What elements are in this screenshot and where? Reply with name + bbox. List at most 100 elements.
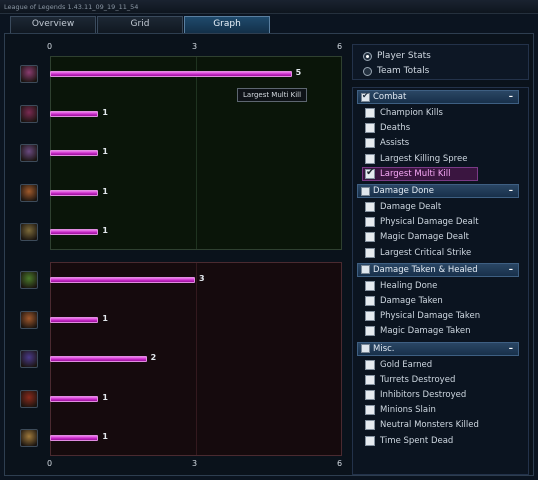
stat-bar[interactable] (50, 435, 99, 441)
tab-graph[interactable]: Graph (184, 16, 270, 33)
champion-avatar[interactable] (20, 350, 38, 368)
champion-avatar[interactable] (20, 310, 38, 329)
stat-checkbox[interactable] (365, 167, 375, 179)
stat-bar[interactable] (50, 229, 99, 235)
group-checkbox[interactable] (361, 344, 370, 354)
stat-option[interactable]: Healing Done (365, 279, 437, 293)
stat-checkbox[interactable] (365, 296, 375, 306)
group-header[interactable]: Damage Taken & Healed – (357, 262, 519, 277)
group-label: Damage Done (373, 186, 434, 196)
group-header[interactable]: Misc. – (357, 341, 519, 356)
bar-value-label: 5 (295, 68, 302, 77)
stat-checkbox[interactable] (365, 232, 375, 243)
champion-avatar[interactable] (20, 271, 38, 289)
champion-avatar[interactable] (20, 65, 38, 83)
bar-value-label: 1 (102, 313, 108, 323)
stat-option[interactable]: Assists (365, 136, 409, 150)
champion-avatar[interactable] (20, 429, 38, 447)
check-icon: ✔ (362, 90, 369, 100)
stat-checkbox[interactable] (365, 374, 375, 385)
stat-checkbox[interactable] (365, 123, 375, 134)
stat-bar[interactable] (50, 150, 99, 156)
tab-bar: Overview Grid Graph (10, 16, 271, 33)
stat-option[interactable]: Damage Taken (365, 294, 443, 308)
stat-option[interactable]: Inhibitors Destroyed (365, 388, 466, 402)
bar-value-label: 1 (102, 392, 108, 402)
stats-mode-box: Player Stats Team Totals (352, 44, 529, 80)
stat-label: Gold Earned (380, 359, 433, 370)
stat-checkbox[interactable] (365, 359, 375, 370)
group-label: Damage Taken & Healed (373, 264, 478, 275)
stat-option[interactable]: Largest Critical Strike (365, 246, 471, 260)
player-stats-option[interactable]: Player Stats (363, 49, 431, 63)
stat-checkbox[interactable] (365, 280, 375, 291)
stat-option[interactable]: Damage Dealt (365, 200, 441, 214)
stat-option[interactable]: Champion Kills (365, 106, 443, 120)
top-axis-tick-label: 6 (337, 42, 343, 51)
stat-bar[interactable] (50, 277, 195, 283)
stat-option[interactable]: Physical Damage Dealt (365, 215, 479, 229)
stat-option[interactable]: Turrets Destroyed (365, 373, 455, 387)
stat-checkbox[interactable] (365, 108, 375, 118)
stat-checkbox[interactable] (365, 138, 375, 149)
stat-option[interactable]: Largest Multi Kill (362, 166, 478, 181)
champion-avatar[interactable] (20, 223, 38, 241)
stat-checkbox[interactable] (365, 311, 375, 322)
stat-option[interactable]: Physical Damage Taken (365, 309, 480, 323)
stat-label: Neutral Monsters Killed (380, 420, 479, 431)
group-header[interactable]: ✔ Combat – (357, 90, 519, 104)
stat-option[interactable]: Largest Killing Spree (365, 152, 467, 166)
stat-label: Inhibitors Destroyed (380, 390, 467, 400)
top-axis-tick-label: 0 (47, 42, 53, 51)
stat-option[interactable]: Deaths (365, 121, 410, 135)
group-checkbox[interactable]: ✔ (361, 90, 370, 102)
tab-grid[interactable]: Grid (97, 16, 183, 33)
bar-value-label: 1 (102, 226, 108, 235)
bar-value-label: 2 (150, 353, 157, 362)
bar-value-label: 3 (199, 274, 205, 283)
stat-checkbox[interactable] (365, 326, 375, 337)
player-stats-radio[interactable] (363, 51, 372, 61)
stat-bar[interactable] (50, 110, 99, 117)
stat-checkbox[interactable] (365, 217, 375, 228)
window-title: League of Legends 1.43.11_09_19_11_54 (0, 0, 538, 14)
stat-checkbox[interactable] (365, 405, 375, 416)
stat-label: Time Spent Dead (380, 435, 454, 446)
stat-checkbox[interactable] (365, 390, 375, 400)
stat-label: Champion Kills (380, 108, 443, 118)
group-header[interactable]: Damage Done – (357, 184, 519, 198)
team-totals-radio[interactable] (363, 66, 372, 76)
stat-option[interactable]: Time Spent Dead (365, 434, 453, 448)
group-checkbox[interactable] (361, 265, 370, 275)
champion-avatar[interactable] (20, 104, 38, 123)
stat-option[interactable]: Magic Damage Dealt (365, 230, 469, 244)
champion-avatar[interactable] (20, 389, 38, 408)
stat-checkbox[interactable] (365, 435, 375, 446)
stat-checkbox[interactable] (365, 420, 375, 431)
stat-bar[interactable] (50, 316, 99, 323)
stat-checkbox[interactable] (365, 153, 375, 164)
gridline (196, 263, 197, 455)
stat-bar[interactable] (50, 395, 99, 402)
champion-avatar[interactable] (20, 183, 38, 202)
stat-bar[interactable] (50, 189, 99, 196)
collapse-icon[interactable]: – (509, 344, 513, 354)
stat-label: Turrets Destroyed (380, 374, 456, 385)
stat-bar[interactable] (50, 356, 147, 362)
stat-label: Magic Damage Dealt (380, 232, 469, 243)
stat-option[interactable]: Minions Slain (365, 403, 436, 417)
stat-option[interactable]: Magic Damage Taken (365, 324, 470, 338)
collapse-icon[interactable]: – (509, 92, 513, 102)
stat-bar[interactable] (50, 71, 292, 77)
stat-option[interactable]: Gold Earned (365, 358, 432, 372)
group-label: Combat (373, 92, 407, 102)
stat-checkbox[interactable] (365, 202, 375, 212)
tab-overview[interactable]: Overview (10, 16, 96, 33)
stat-checkbox[interactable] (365, 247, 375, 258)
stat-option[interactable]: Neutral Monsters Killed (365, 418, 479, 432)
group-checkbox[interactable] (361, 186, 370, 196)
champion-avatar[interactable] (20, 144, 38, 162)
team-totals-option[interactable]: Team Totals (363, 64, 429, 78)
collapse-icon[interactable]: – (509, 186, 513, 196)
collapse-icon[interactable]: – (509, 265, 513, 275)
